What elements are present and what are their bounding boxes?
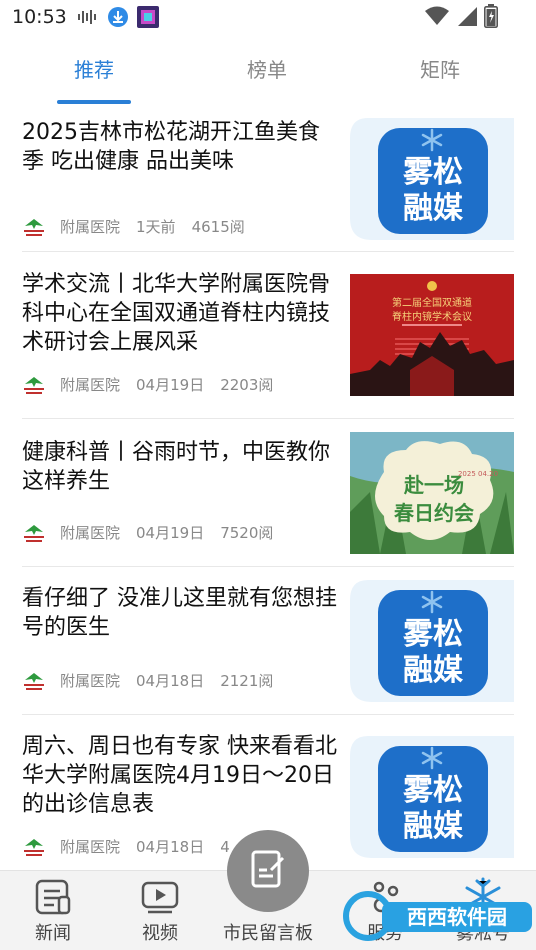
news-source: 附属医院 — [60, 218, 121, 236]
spring-line2: 春日约会 — [393, 501, 474, 525]
watermark-text: 西西软件园 — [407, 905, 507, 929]
news-meta: 附属医院 04月19日 7520阅 — [22, 522, 289, 543]
watermark-logo: 西西软件园 — [338, 872, 536, 950]
news-thumbnail: 雾松 融媒 — [350, 580, 514, 702]
news-title: 学术交流丨北华大学附属医院骨科中心在全国双通道脊柱内镜技术研讨会上展风采 — [22, 272, 331, 355]
video-icon — [140, 877, 180, 921]
news-item[interactable]: 看仔细了 没准儿这里就有您想挂号的医生 附属医院 04月18日 2121阅 雾松… — [22, 580, 514, 724]
nav-news[interactable]: 新闻 — [8, 871, 98, 950]
news-time: 04月18日 — [136, 672, 205, 690]
conference-line2: 脊柱内镜学术会议 — [392, 310, 472, 323]
hospital-logo-icon — [22, 837, 46, 857]
wusong-line1: 雾松 — [403, 617, 463, 652]
hospital-logo-icon — [22, 217, 46, 237]
news-meta: 附属医院 04月18日 2121阅 — [22, 670, 289, 691]
news-time: 1天前 — [136, 218, 176, 236]
news-source: 附属医院 — [60, 524, 121, 542]
hospital-logo-icon — [22, 523, 46, 543]
wusong-line1: 雾松 — [403, 155, 463, 190]
hospital-logo-icon — [22, 671, 46, 691]
news-source: 附属医院 — [60, 838, 121, 856]
news-icon — [33, 877, 73, 921]
nav-label: 新闻 — [35, 923, 71, 944]
conference-line1: 第二届全国双通道 — [392, 296, 472, 309]
edit-fab-button[interactable] — [227, 830, 309, 912]
status-time: 10:53 — [12, 6, 67, 28]
battery-icon — [484, 4, 498, 32]
news-item[interactable]: 2025吉林市松花湖开江鱼美食季 吃出健康 品出美味 附属医院 1天前 4615… — [22, 118, 514, 258]
signal-icon — [456, 5, 478, 31]
wusong-line2: 融媒 — [403, 191, 464, 226]
news-thumbnail: 雾松 融媒 — [350, 736, 514, 858]
edit-icon — [247, 848, 289, 894]
news-time: 04月18日 — [136, 838, 205, 856]
wusong-line2: 融媒 — [403, 653, 464, 688]
audio-wave-icon — [77, 6, 99, 28]
news-title: 看仔细了 没准儿这里就有您想挂号的医生 — [22, 586, 337, 640]
news-time: 04月19日 — [136, 376, 205, 394]
news-meta: 附属医院 04月18日 4 — [22, 836, 246, 857]
divider — [22, 714, 514, 715]
news-reads: 4615阅 — [191, 218, 245, 236]
nav-video[interactable]: 视频 — [115, 871, 205, 950]
divider — [22, 418, 514, 419]
news-source: 附属医院 — [60, 376, 121, 394]
divider — [22, 251, 514, 252]
status-right-icons — [424, 4, 498, 32]
news-title: 2025吉林市松花湖开江鱼美食季 吃出健康 品出美味 — [22, 120, 320, 174]
news-item[interactable]: 健康科普丨谷雨时节，中医教你这样养生 附属医院 04月19日 7520阅 赴一场… — [22, 432, 514, 578]
news-time: 04月19日 — [136, 524, 205, 542]
news-source: 附属医院 — [60, 672, 121, 690]
hospital-logo-icon — [22, 375, 46, 395]
news-title: 健康科普丨谷雨时节，中医教你这样养生 — [22, 440, 331, 494]
news-reads: 4 — [220, 837, 230, 856]
news-meta: 附属医院 04月19日 2203阅 — [22, 374, 289, 395]
news-thumbnail: 第二届全国双通道 脊柱内镜学术会议 — [350, 274, 514, 396]
divider — [22, 566, 514, 567]
top-tabs: 推荐 榜单 矩阵 — [0, 38, 536, 106]
spring-date: 2025 04.20 — [458, 470, 498, 478]
nav-label: 市民留言板 — [223, 923, 313, 944]
tab-ranking[interactable]: 榜单 — [247, 54, 287, 83]
news-thumbnail: 赴一场 春日约会 2025 04.20 — [350, 432, 514, 554]
tab-matrix[interactable]: 矩阵 — [420, 54, 460, 83]
download-icon — [107, 6, 129, 28]
wifi-icon — [424, 5, 450, 31]
news-title: 周六、周日也有专家 快来看看北华大学附属医院4月19日～20日的出诊信息表 — [22, 734, 337, 817]
tab-recommend[interactable]: 推荐 — [74, 54, 114, 83]
spring-line1: 赴一场 — [403, 473, 464, 497]
news-thumbnail: 雾松 融媒 — [350, 118, 514, 240]
status-bar: 10:53 — [0, 0, 536, 34]
wusong-line1: 雾松 — [403, 773, 463, 808]
news-reads: 2121阅 — [220, 672, 274, 690]
news-reads: 2203阅 — [220, 376, 274, 394]
wusong-line2: 融媒 — [403, 809, 464, 844]
tab-indicator — [57, 100, 131, 104]
news-meta: 附属医院 1天前 4615阅 — [22, 216, 261, 237]
nav-label: 视频 — [142, 923, 178, 944]
news-reads: 7520阅 — [220, 524, 274, 542]
news-item[interactable]: 学术交流丨北华大学附属医院骨科中心在全国双通道脊柱内镜技术研讨会上展风采 附属医… — [22, 270, 514, 420]
app-notification-icon — [136, 6, 159, 28]
